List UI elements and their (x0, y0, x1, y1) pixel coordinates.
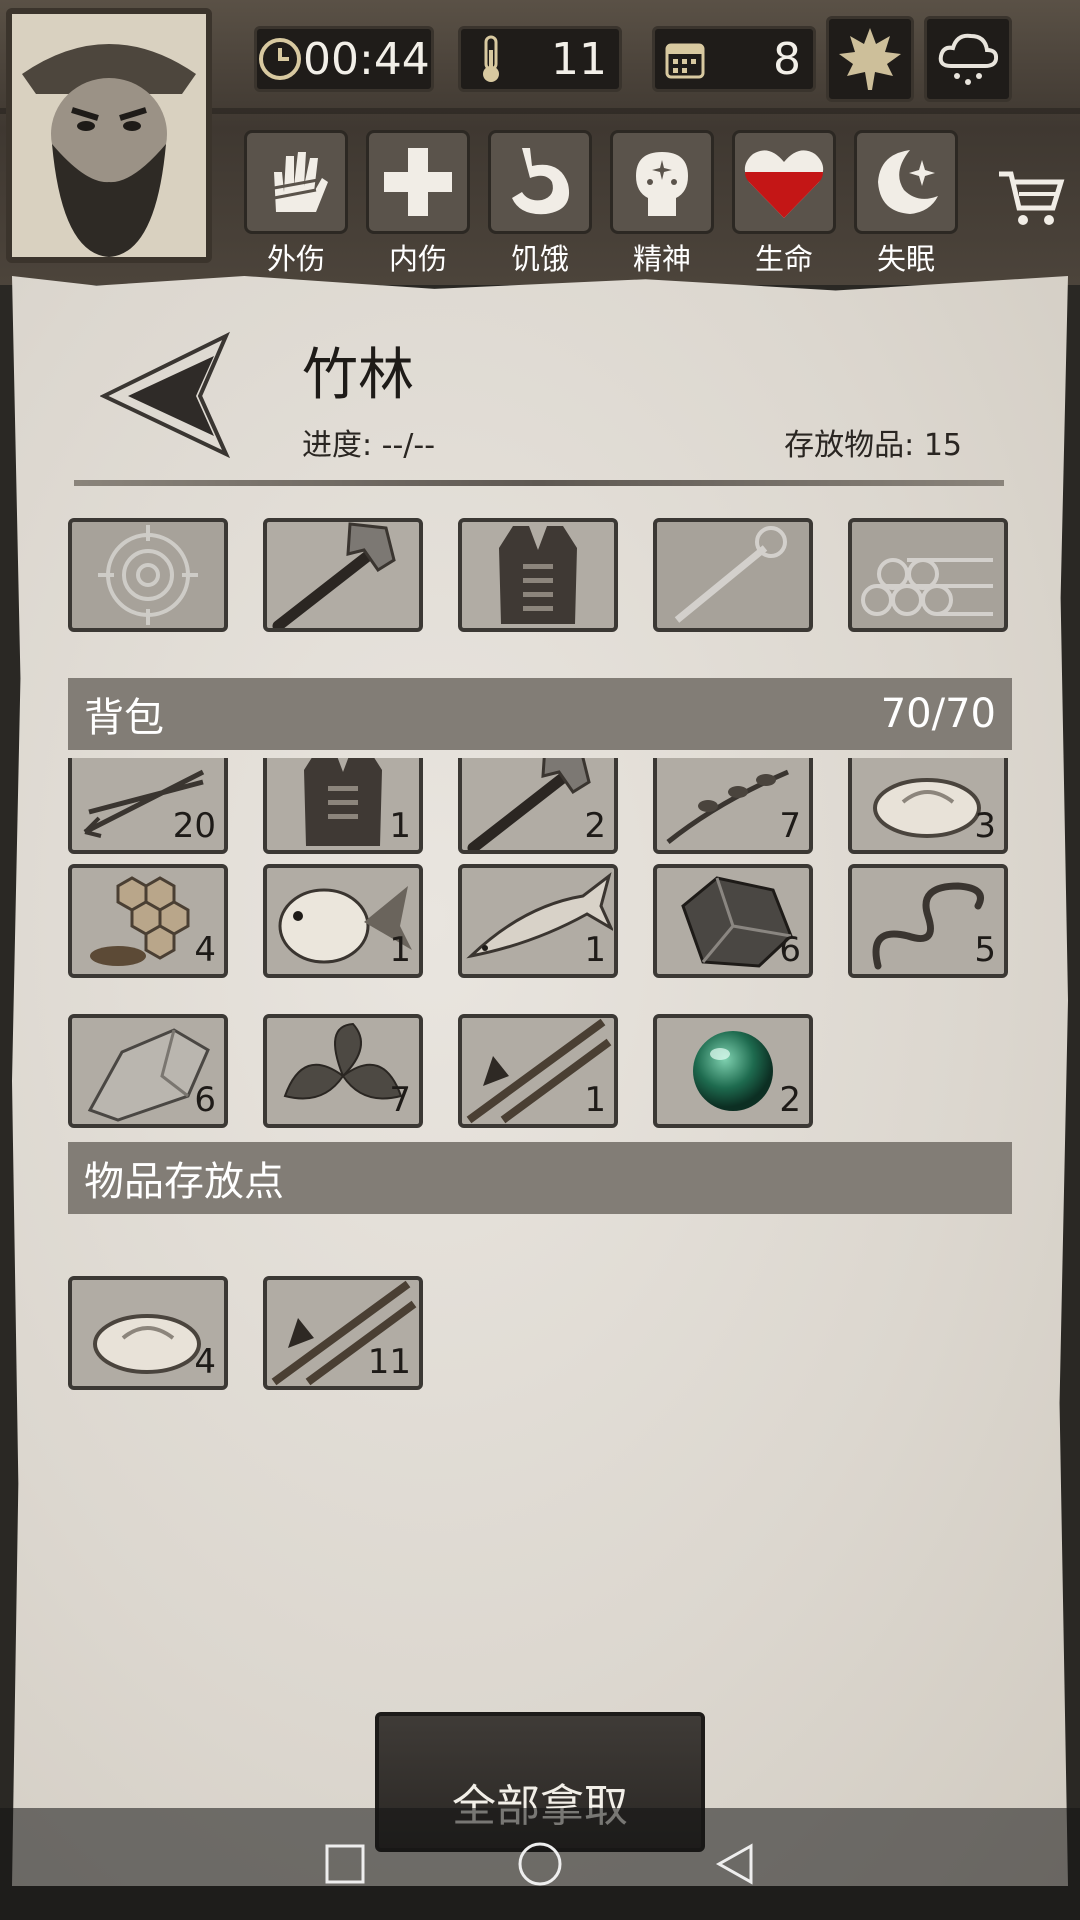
item-count: 6 (779, 930, 801, 970)
backpack-title: 背包 (84, 695, 164, 741)
stomach-icon (512, 148, 570, 215)
backpack-item[interactable]: 2 (653, 1014, 813, 1128)
equip-slot-weapon[interactable] (263, 518, 423, 632)
log-pile-icon (861, 558, 993, 616)
shopping-cart-icon (999, 171, 1065, 225)
item-count: 1 (584, 1080, 606, 1120)
backpack-item[interactable]: 4 (68, 864, 228, 978)
storage-header: 物品存放点 (68, 1142, 1012, 1214)
backpack-item[interactable]: 2 (458, 758, 618, 854)
green-orb-icon (693, 1031, 773, 1111)
storage-title: 物品存放点 (84, 1159, 284, 1205)
leather-vest-icon (304, 758, 382, 846)
status-label: 外伤 (266, 242, 325, 276)
item-count: 6 (194, 1080, 216, 1120)
backpack-item[interactable]: 1 (263, 864, 423, 978)
header-divider (74, 480, 1004, 486)
item-count: 2 (584, 806, 606, 846)
item-count: 7 (389, 1080, 411, 1120)
moon-star-icon (878, 150, 938, 214)
time-value: 00:44 (303, 33, 430, 85)
storage-item[interactable]: 11 (263, 1276, 423, 1390)
backpack-header: 背包 70/70 (68, 678, 1012, 750)
season-button[interactable] (826, 16, 914, 102)
leather-vest-icon (499, 526, 577, 624)
stored-items-count: 存放物品: 15 (784, 428, 962, 463)
backpack-item[interactable]: 20 (68, 758, 228, 854)
item-count: 4 (194, 1342, 216, 1382)
status-label: 失眠 (876, 242, 935, 276)
clock-icon (257, 36, 303, 82)
equip-slot-firewood[interactable] (848, 518, 1008, 632)
torch-icon (674, 526, 787, 623)
backpack-item[interactable]: 1 (458, 1014, 618, 1128)
home-icon[interactable] (517, 1841, 563, 1887)
cross-icon (384, 148, 452, 216)
status-internal-injury[interactable] (366, 130, 470, 234)
backpack-item[interactable]: 1 (263, 758, 423, 854)
system-nav-bar (0, 1808, 1080, 1920)
backpack-item[interactable]: 1 (458, 864, 618, 978)
recent-apps-icon[interactable] (323, 1842, 367, 1886)
maple-leaf-icon (839, 28, 901, 90)
day-counter: 8 (652, 26, 816, 92)
equip-slot-accessory[interactable] (68, 518, 228, 632)
head-sparkle-icon (636, 152, 688, 216)
shop-button[interactable] (995, 160, 1067, 232)
day-value: 8 (773, 33, 801, 85)
temperature-display: 11 (458, 26, 622, 92)
item-count: 20 (172, 806, 216, 846)
status-hunger[interactable] (488, 130, 592, 234)
backpack-item[interactable]: 6 (68, 1014, 228, 1128)
item-count: 4 (194, 930, 216, 970)
item-count: 11 (367, 1342, 411, 1382)
item-count: 3 (974, 806, 996, 846)
weather-button[interactable] (924, 16, 1012, 102)
backpack-capacity: 70/70 (880, 691, 996, 737)
backpack-item[interactable]: 5 (848, 864, 1008, 978)
equip-slot-torch[interactable] (653, 518, 813, 632)
rain-cloud-icon (938, 33, 999, 85)
backpack-row-clipped: 20 1 2 7 3 (68, 758, 1012, 854)
thermometer-icon (461, 34, 521, 84)
item-count: 1 (389, 806, 411, 846)
item-count: 2 (779, 1080, 801, 1120)
temperature-value: 11 (551, 33, 607, 85)
target-icon (98, 525, 198, 625)
status-health[interactable] (732, 130, 836, 234)
backpack-item[interactable]: 7 (263, 1014, 423, 1128)
axe-icon (272, 522, 396, 628)
back-nav-icon[interactable] (713, 1842, 757, 1886)
status-external-injury[interactable] (244, 130, 348, 234)
location-title: 竹林 (302, 343, 414, 408)
item-count: 7 (779, 806, 801, 846)
item-count: 5 (974, 930, 996, 970)
time-display: 00:44 (254, 26, 434, 92)
status-label: 生命 (754, 242, 813, 276)
bearded-man-icon (12, 14, 206, 257)
backpack-item[interactable]: 6 (653, 864, 813, 978)
status-sanity[interactable] (610, 130, 714, 234)
back-arrow-icon (99, 331, 231, 459)
item-count: 1 (584, 930, 606, 970)
status-insomnia[interactable] (854, 130, 958, 234)
backpack-item[interactable]: 7 (653, 758, 813, 854)
storage-item[interactable]: 4 (68, 1276, 228, 1390)
status-label: 精神 (632, 242, 691, 276)
status-label: 内伤 (388, 242, 447, 276)
equip-slot-armor[interactable] (458, 518, 618, 632)
calendar-icon (655, 38, 715, 80)
back-button[interactable] (99, 330, 231, 460)
status-label: 饥饿 (510, 242, 569, 276)
backpack-item[interactable]: 3 (848, 758, 1008, 854)
heart-icon (744, 150, 824, 218)
bandaged-hand-icon (273, 152, 328, 212)
progress-text: 进度: --/-- (302, 428, 436, 463)
item-count: 1 (389, 930, 411, 970)
character-portrait[interactable] (6, 8, 212, 263)
